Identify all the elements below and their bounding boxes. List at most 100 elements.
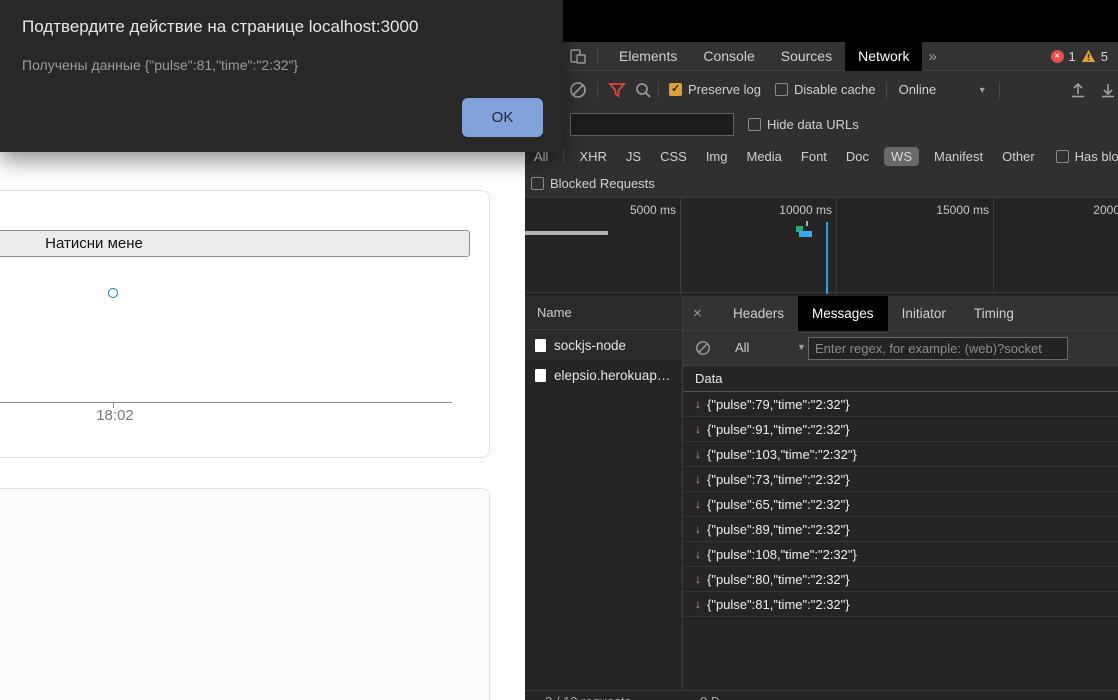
preserve-log-checkbox[interactable]: Preserve log	[669, 82, 761, 97]
data-column-header[interactable]: Data	[683, 366, 1118, 392]
filter-manifest[interactable]: Manifest	[930, 147, 987, 166]
tab-headers[interactable]: Headers	[719, 296, 798, 331]
filter-icon[interactable]	[608, 81, 626, 99]
press-me-button[interactable]: Натисни мене	[0, 230, 470, 257]
disable-cache-checkbox[interactable]: Disable cache	[774, 82, 876, 97]
network-filter-input[interactable]	[570, 113, 734, 136]
filter-ws[interactable]: WS	[884, 146, 919, 166]
disable-cache-label: Disable cache	[793, 82, 876, 97]
ws-message-row[interactable]: ↓ {"pulse":80,"time":"2:32"}	[683, 567, 1118, 592]
receive-arrow-icon: ↓	[695, 397, 701, 411]
network-filter-row: Hide data URLs	[525, 108, 1118, 142]
receive-arrow-icon: ↓	[695, 497, 701, 511]
messages-toolbar: All ▼	[683, 331, 1118, 366]
ws-message: {"pulse":73,"time":"2:32"}	[707, 471, 850, 487]
filter-other[interactable]: Other	[998, 147, 1039, 166]
ws-message-row[interactable]: ↓ {"pulse":81,"time":"2:32"}	[683, 592, 1118, 617]
ws-message-row[interactable]: ↓ {"pulse":65,"time":"2:32"}	[683, 492, 1118, 517]
error-count: 1	[1068, 48, 1076, 64]
has-blocked-cookies-checkbox[interactable]: Has blocked cookies	[1055, 148, 1118, 164]
dialog-ok-button[interactable]: OK	[462, 98, 543, 137]
chevron-down-icon: ▼	[977, 84, 987, 95]
network-overview-timeline[interactable]: 5000 ms 10000 ms 15000 ms 20000 ms	[525, 197, 1118, 294]
receive-arrow-icon: ↓	[695, 597, 701, 611]
network-toolbar: Preserve log Disable cache Online ▼	[525, 71, 1118, 108]
ws-message-row[interactable]: ↓ {"pulse":79,"time":"2:32"}	[683, 392, 1118, 417]
checkbox-icon	[531, 177, 544, 190]
dialog-message: Получены данные {"pulse":81,"time":"2:32…	[22, 57, 299, 73]
tab-console[interactable]: Console	[690, 42, 767, 71]
tab-sources[interactable]: Sources	[768, 42, 845, 71]
timeline-tick-label: 20000 ms	[1093, 203, 1118, 217]
request-name: elepsio.herokuap…	[554, 367, 671, 383]
detail-tab-bar: × Headers Messages Initiator Timing	[683, 295, 1118, 331]
tab-timing[interactable]: Timing	[960, 296, 1028, 331]
timeline-request-mark	[799, 231, 812, 237]
blocked-requests-row[interactable]: Blocked Requests	[525, 170, 1118, 197]
throttling-select[interactable]: Online ▼	[899, 82, 987, 97]
warning-count: 5	[1100, 48, 1108, 64]
divider	[563, 148, 565, 164]
document-icon	[535, 338, 546, 352]
ws-message-row[interactable]: ↓ {"pulse":91,"time":"2:32"}	[683, 417, 1118, 442]
transferred-bytes: 0 B	[700, 694, 720, 700]
chart-data-point	[108, 288, 118, 298]
name-column-header[interactable]: Name	[525, 296, 682, 330]
timeline-event-line	[826, 222, 828, 294]
ws-message: {"pulse":65,"time":"2:32"}	[707, 496, 850, 512]
checkbox-icon	[748, 118, 761, 131]
divider	[885, 81, 887, 98]
frame-type-select[interactable]: All	[735, 340, 749, 355]
clear-messages-icon[interactable]	[695, 340, 713, 358]
tab-elements[interactable]: Elements	[606, 42, 690, 71]
timeline-tick-label: 10000 ms	[779, 203, 832, 217]
filter-xhr[interactable]: XHR	[575, 147, 610, 166]
clear-network-log-icon[interactable]	[569, 81, 587, 99]
toggle-device-toolbar-icon[interactable]	[569, 47, 587, 65]
request-row-sockjs-node[interactable]: sockjs-node	[525, 330, 682, 360]
import-har-icon[interactable]	[1070, 81, 1086, 98]
har-buttons	[1070, 81, 1118, 98]
search-icon[interactable]	[634, 81, 652, 99]
filter-img[interactable]: Img	[702, 147, 732, 166]
tab-network[interactable]: Network	[845, 41, 923, 71]
ws-message-row[interactable]: ↓ {"pulse":103,"time":"2:32"}	[683, 442, 1118, 467]
filter-doc[interactable]: Doc	[842, 147, 873, 166]
timeline-request-mark	[806, 221, 808, 226]
filter-media[interactable]: Media	[742, 147, 785, 166]
devtools-tab-bar: Elements Console Sources Network » × 1 5	[525, 41, 1118, 71]
error-badge-icon: ×	[1050, 49, 1064, 63]
resource-type-filters: All XHR JS CSS Img Media Font Doc WS Man…	[525, 142, 1118, 170]
timeline-tick-label: 15000 ms	[936, 203, 989, 217]
request-row-elepsio[interactable]: elepsio.herokuap…	[525, 360, 682, 390]
tab-messages[interactable]: Messages	[798, 295, 888, 331]
close-icon[interactable]: ×	[693, 305, 707, 322]
filter-font[interactable]: Font	[797, 147, 831, 166]
receive-arrow-icon: ↓	[695, 547, 701, 561]
requests-table: Name sockjs-node elepsio.herokuap…	[525, 296, 683, 690]
devtools-panel: Elements Console Sources Network » × 1 5…	[525, 0, 1118, 700]
export-har-icon[interactable]	[1100, 81, 1116, 98]
request-detail-pane: × Headers Messages Initiator Timing All …	[683, 295, 1118, 690]
divider	[658, 81, 659, 98]
chart-x-axis-label: 18:02	[96, 407, 134, 424]
checkbox-icon	[774, 83, 788, 96]
timeline-gridline	[680, 198, 681, 294]
ws-message-row[interactable]: ↓ {"pulse":108,"time":"2:32"}	[683, 542, 1118, 567]
hide-data-urls-checkbox[interactable]: Hide data URLs	[748, 117, 859, 132]
more-tabs-icon[interactable]: »	[928, 48, 936, 65]
ws-message-row[interactable]: ↓ {"pulse":73,"time":"2:32"}	[683, 467, 1118, 492]
ws-message: {"pulse":108,"time":"2:32"}	[707, 546, 857, 562]
ws-message-row[interactable]: ↓ {"pulse":89,"time":"2:32"}	[683, 517, 1118, 542]
has-blocked-cookies-label: Has blocked cookies	[1074, 148, 1118, 164]
receive-arrow-icon: ↓	[695, 447, 701, 461]
filter-css[interactable]: CSS	[656, 147, 691, 166]
console-badges[interactable]: × 1 5	[1050, 48, 1118, 64]
receive-arrow-icon: ↓	[695, 472, 701, 486]
filter-js[interactable]: JS	[622, 147, 645, 166]
message-regex-input[interactable]	[808, 337, 1068, 360]
ws-message: {"pulse":91,"time":"2:32"}	[707, 421, 850, 437]
throttling-value: Online	[898, 82, 937, 97]
js-alert-dialog: Подтвердите действие на странице localho…	[0, 0, 563, 152]
tab-initiator[interactable]: Initiator	[888, 296, 960, 331]
